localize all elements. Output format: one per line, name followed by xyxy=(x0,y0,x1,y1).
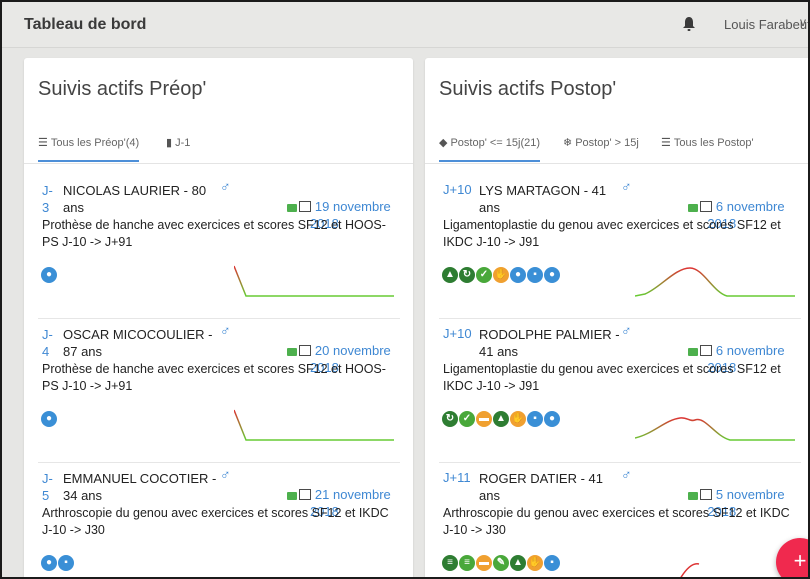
divider xyxy=(439,462,801,463)
patient-name[interactable]: LYS MARTAGON - 41 ans xyxy=(479,182,606,216)
top-bar: Tableau de bord Louis Farabeuf v xyxy=(2,2,808,48)
divider xyxy=(38,318,400,319)
divider xyxy=(439,318,801,319)
person-icon[interactable]: ● xyxy=(41,267,57,283)
score-sparkline xyxy=(680,563,700,577)
patient-protocol: Arthroscopie du genou avec exercices et … xyxy=(443,506,790,537)
tab-all-preop[interactable]: ☰ Tous les Préop'(4) xyxy=(38,134,140,162)
tab-j-1[interactable]: ▮ J-1 xyxy=(166,134,190,162)
score-sparkline xyxy=(635,267,795,297)
user-menu[interactable]: Louis Farabeuf xyxy=(724,17,808,32)
patient-day: J- 4 xyxy=(42,327,53,359)
group-icon[interactable]: ● xyxy=(41,555,57,571)
status-icons: ↻ ✓ ▬ ▲ ✋ ▪ ● xyxy=(442,411,561,427)
preop-card: Suivis actifs Préop' ☰ Tous les Préop'(4)… xyxy=(24,58,413,577)
patient-protocol: Arthroscopie du genou avec exercices et … xyxy=(42,506,389,537)
patient-protocol: Ligamentoplastie du genou avec exercices… xyxy=(443,218,781,249)
status-icons: ≡ ≡ ▬ ✎ ▲ ✋ ▪ xyxy=(442,555,561,571)
steps-icon[interactable]: ● xyxy=(510,267,526,283)
patient-day: J- 5 xyxy=(42,471,53,503)
clipboard-icon[interactable]: ▪ xyxy=(527,411,543,427)
activity-icon[interactable]: ▲ xyxy=(493,411,509,427)
person-icon[interactable]: ● xyxy=(544,267,560,283)
calendar-icon xyxy=(699,489,712,501)
refresh-icon[interactable]: ↻ xyxy=(442,411,458,427)
patient-protocol: Ligamentoplastie du genou avec exercices… xyxy=(443,362,781,393)
male-icon: ♂ xyxy=(621,178,632,194)
bell-icon[interactable] xyxy=(682,16,696,32)
tab-postop-over-15j[interactable]: ❄ Postop' > 15j xyxy=(563,134,639,162)
status-icons: ▲ ↻ ✓ ✋ ● ▪ ● xyxy=(442,267,561,283)
patient-protocol: Prothèse de hanche avec exercices et sco… xyxy=(42,362,386,393)
patient-name[interactable]: OSCAR MICOCOULIER - 87 ans xyxy=(63,326,213,360)
patient-name[interactable]: ROGER DATIER - 41 ans xyxy=(479,470,603,504)
male-icon: ♂ xyxy=(220,466,231,482)
patient-day: J+10 xyxy=(443,326,472,341)
activity-icon[interactable]: ▲ xyxy=(442,267,458,283)
tab-postop-15j[interactable]: ◆ Postop' <= 15j(21) xyxy=(439,134,541,162)
score-sparkline xyxy=(635,417,795,441)
calendar-icon xyxy=(298,201,311,213)
postop-tabs: ◆ Postop' <= 15j(21) ❄ Postop' > 15j ☰ Tous… xyxy=(425,132,808,164)
male-icon: ♂ xyxy=(220,178,231,194)
activity-icon[interactable]: ▲ xyxy=(510,555,526,571)
page-title: Tableau de bord xyxy=(24,16,147,33)
tab-all-postop[interactable]: ☰ Tous les Postop' xyxy=(661,134,754,162)
tool-icon[interactable]: ✎ xyxy=(493,555,509,571)
status-icons: ● ▪ xyxy=(41,555,75,571)
hand-icon[interactable]: ✋ xyxy=(527,555,543,571)
list-icon: ☰ xyxy=(661,137,671,149)
dashboard-frame: Tableau de bord Louis Farabeuf v Suivis … xyxy=(0,0,810,579)
status-icons: ● xyxy=(41,267,58,283)
male-icon: ♂ xyxy=(621,466,632,482)
hand-icon[interactable]: ✋ xyxy=(493,267,509,283)
clipboard-icon[interactable]: ▪ xyxy=(527,267,543,283)
list-icon[interactable]: ≡ xyxy=(442,555,458,571)
patient-protocol: Prothèse de hanche avec exercices et sco… xyxy=(42,218,386,249)
list-icon: ☰ xyxy=(38,137,48,149)
male-icon: ♂ xyxy=(220,322,231,338)
calendar-icon xyxy=(699,201,712,213)
status-icons: ● xyxy=(41,411,58,427)
mail-icon xyxy=(286,347,297,356)
mail-icon xyxy=(687,491,698,500)
calendar-icon xyxy=(298,489,311,501)
check-icon[interactable]: ✓ xyxy=(459,411,475,427)
divider xyxy=(38,462,400,463)
mail-icon xyxy=(687,347,698,356)
document-icon: ▮ xyxy=(166,137,173,149)
person-icon[interactable]: ● xyxy=(41,411,57,427)
steps-icon[interactable]: ● xyxy=(544,411,560,427)
list-icon[interactable]: ≡ xyxy=(459,555,475,571)
drop-icon: ◆ xyxy=(439,137,448,149)
score-sparkline xyxy=(234,265,394,297)
preop-tabs: ☰ Tous les Préop'(4) ▮ J-1 xyxy=(24,132,413,164)
patient-day: J+11 xyxy=(443,470,471,485)
patient-name[interactable]: EMMANUEL COCOTIER - 34 ans xyxy=(63,470,216,504)
score-sparkline xyxy=(234,409,394,441)
clipboard-icon[interactable]: ▪ xyxy=(58,555,74,571)
refresh-icon[interactable]: ↻ xyxy=(459,267,475,283)
patient-name[interactable]: NICOLAS LAURIER - 80 ans xyxy=(63,182,206,216)
briefcase-icon[interactable]: ▬ xyxy=(476,411,492,427)
patient-day: J- 3 xyxy=(42,183,53,215)
patient-day: J+10 xyxy=(443,182,472,197)
clipboard-icon[interactable]: ▪ xyxy=(544,555,560,571)
briefcase-icon[interactable]: ▬ xyxy=(476,555,492,571)
calendar-icon xyxy=(699,345,712,357)
calendar-icon xyxy=(298,345,311,357)
male-icon: ♂ xyxy=(621,322,632,338)
preop-title: Suivis actifs Préop' xyxy=(38,78,207,100)
chevron-down-icon[interactable]: v xyxy=(800,15,806,29)
postop-title: Suivis actifs Postop' xyxy=(439,78,617,100)
check-icon[interactable]: ✓ xyxy=(476,267,492,283)
hand-icon[interactable]: ✋ xyxy=(510,411,526,427)
patient-name[interactable]: RODOLPHE PALMIER - 41 ans xyxy=(479,326,620,360)
mail-icon xyxy=(687,203,698,212)
snowflake-icon: ❄ xyxy=(563,137,573,149)
mail-icon xyxy=(286,203,297,212)
mail-icon xyxy=(286,491,297,500)
postop-card: Suivis actifs Postop' ◆ Postop' <= 15j(21… xyxy=(425,58,808,577)
